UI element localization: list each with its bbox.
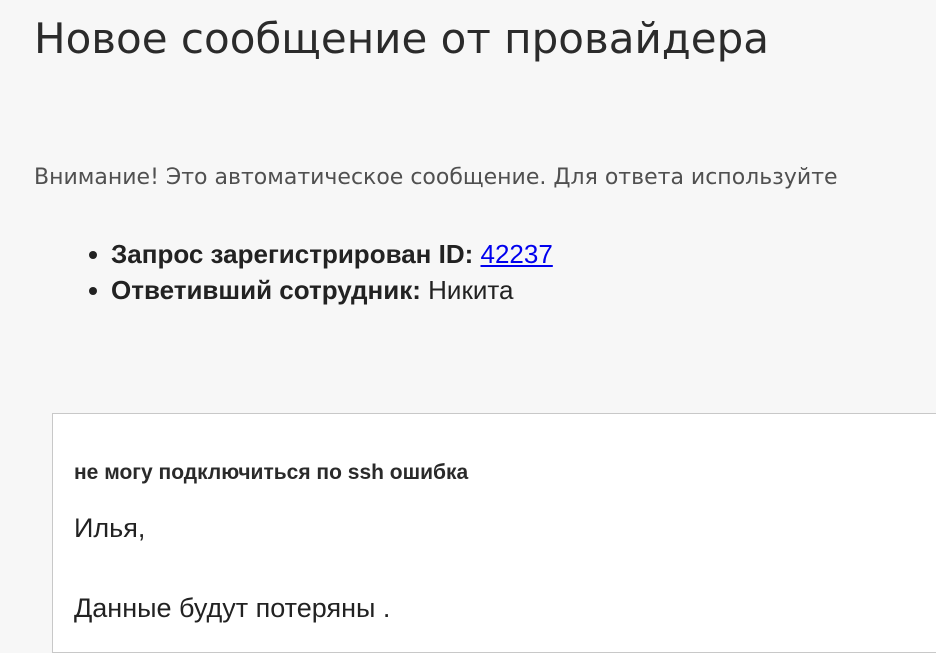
request-id-item: Запрос зарегистрирован ID: 42237 (89, 236, 553, 272)
message-greeting: Илья, (74, 513, 146, 543)
message-subject: не могу подключиться по ssh ошибка (74, 461, 469, 484)
request-id-label: Запрос зарегистрирован ID: (111, 239, 474, 269)
employee-label: Ответивший сотрудник: (111, 275, 421, 305)
employee-name: Никита (428, 275, 514, 305)
page-title: Новое сообщение от провайдера (34, 14, 770, 63)
message-card: не могу подключиться по ssh ошибка Илья,… (52, 413, 936, 653)
auto-message-notice: Внимание! Это автоматическое сообщение. … (34, 165, 838, 190)
message-body: Данные будут потеряны . (74, 593, 391, 623)
employee-item: Ответивший сотрудник: Никита (89, 272, 553, 308)
request-id-link[interactable]: 42237 (481, 239, 553, 269)
request-details-list: Запрос зарегистрирован ID: 42237 Ответив… (89, 236, 553, 308)
